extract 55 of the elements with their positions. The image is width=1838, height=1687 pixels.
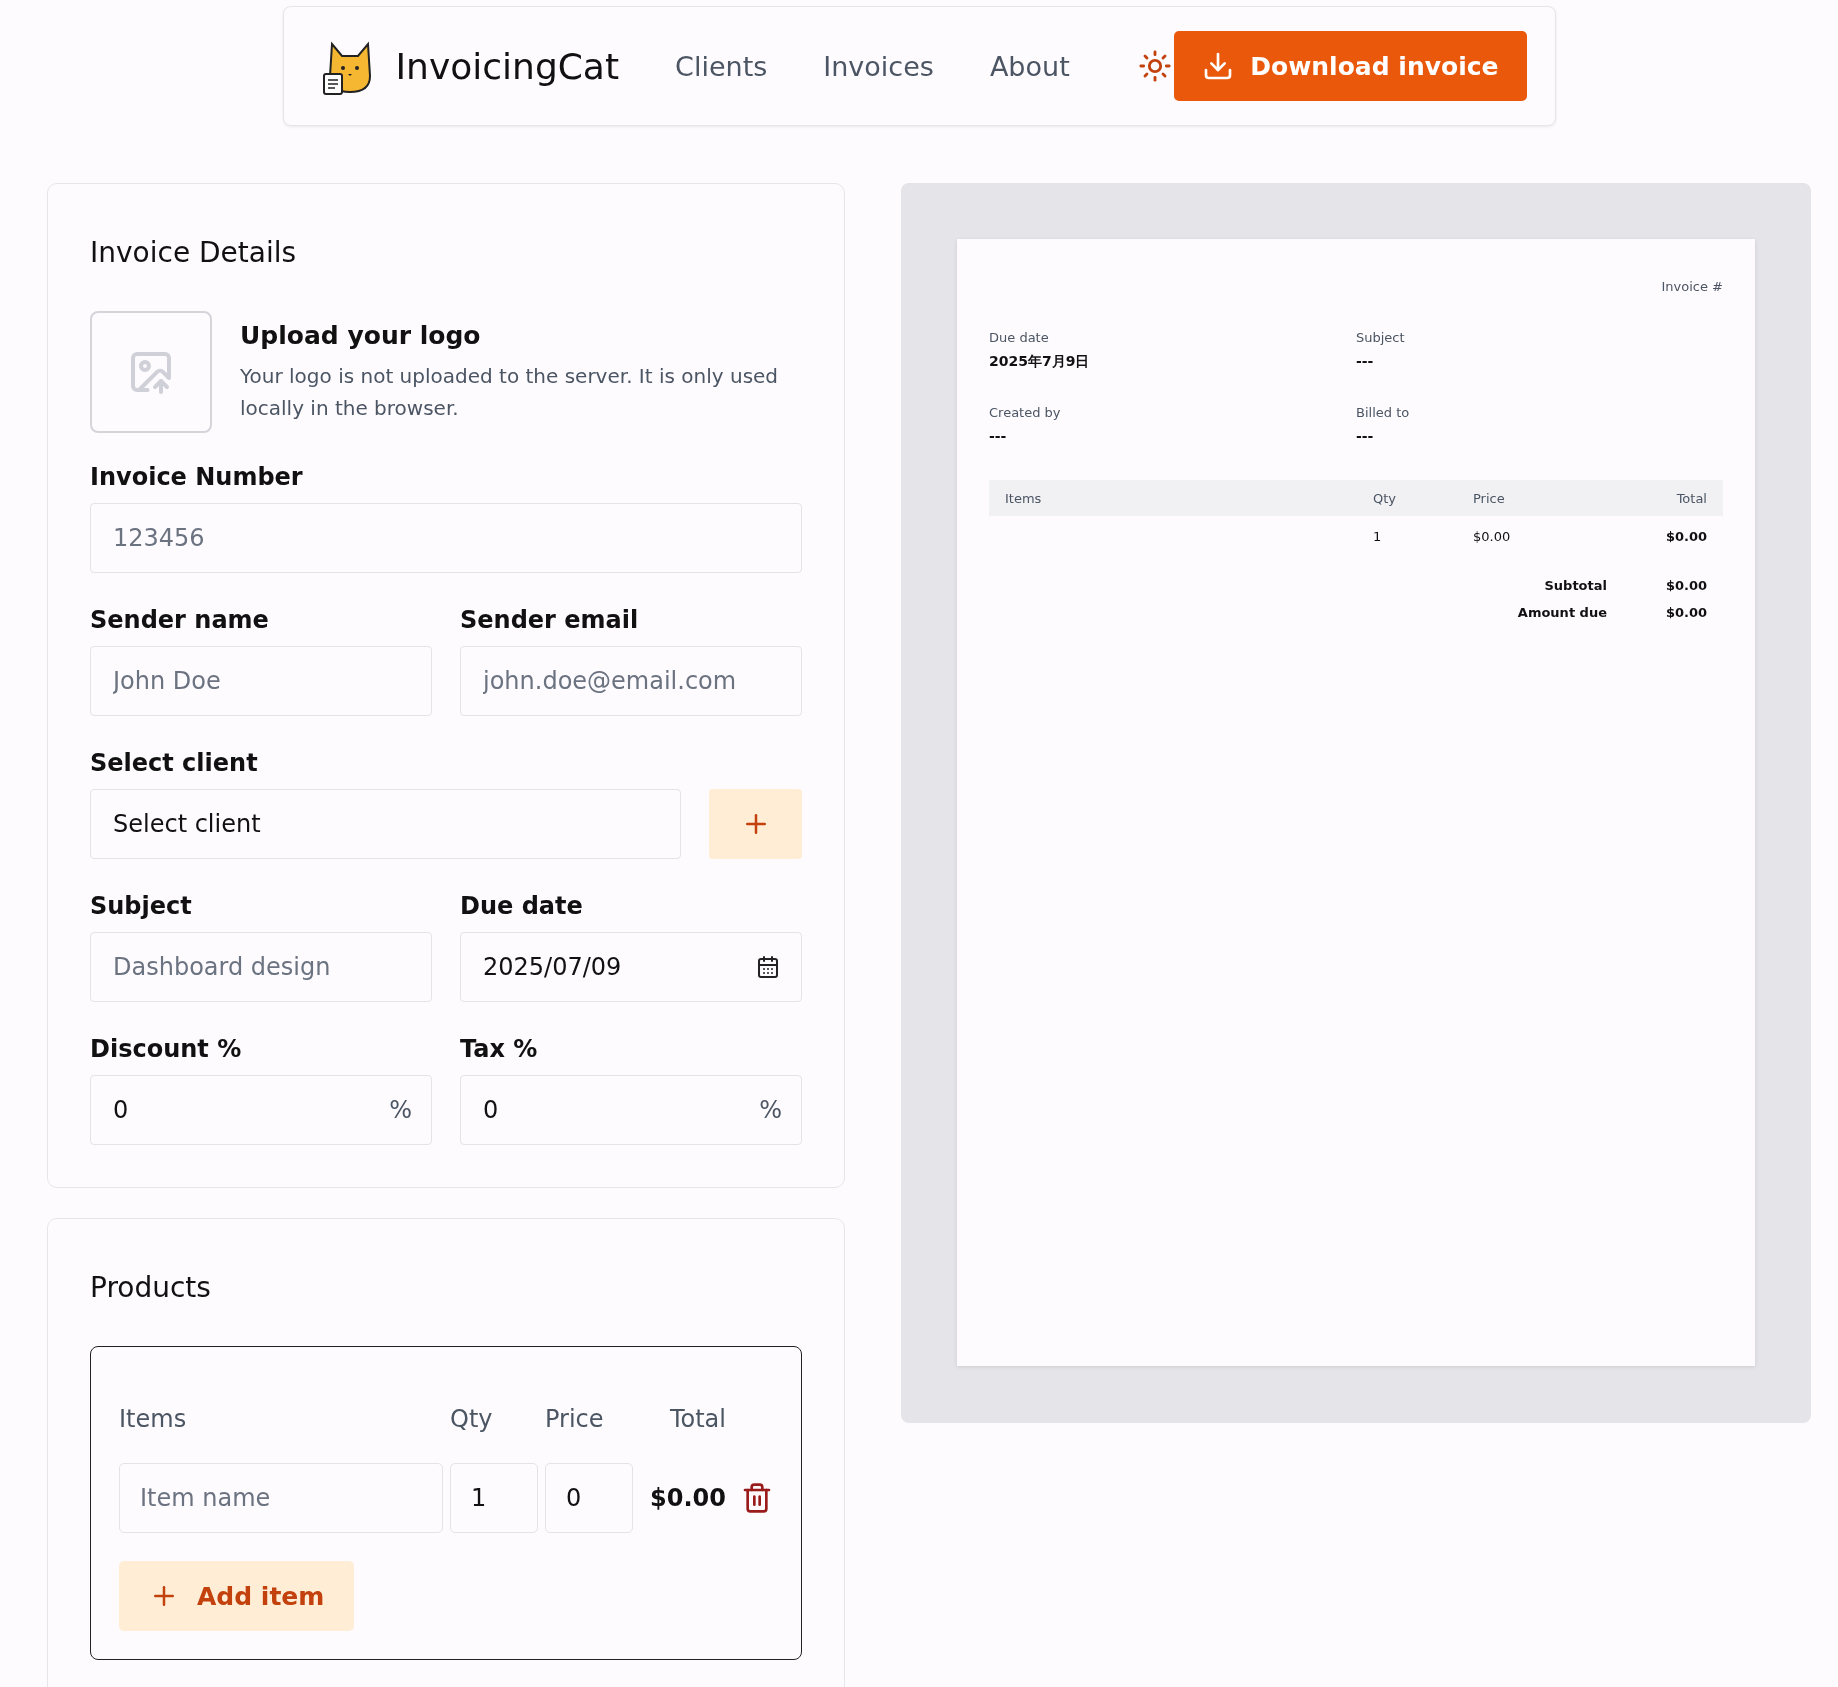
table-cell-text: $0.00: [1664, 527, 1708, 546]
preview-field-value: ---: [1356, 353, 1375, 369]
theme-toggle-button[interactable]: [1137, 49, 1172, 83]
preview-field-value: ---: [989, 428, 1008, 444]
logo-upload-description: Your logo is not uploaded to the server. It is only used locally in the browser.: [240, 363, 780, 422]
text-field[interactable]: john.doe@email.com: [460, 646, 802, 716]
preview-column-header: Price: [1473, 480, 1603, 516]
percent-suffix: %: [759, 1096, 782, 1124]
preview-field-label: Subject: [1356, 330, 1406, 345]
brand-name[interactable]: InvoicingCat: [395, 45, 620, 87]
field-label: Due date: [460, 892, 584, 920]
field-label: Discount %: [90, 1035, 243, 1063]
card-title: Products: [90, 1271, 212, 1304]
table-cell-text: 1: [1373, 527, 1383, 546]
field-label: Invoice Number: [90, 463, 304, 491]
download-invoice-button[interactable]: Download invoice: [1174, 31, 1527, 101]
column-header: Items: [119, 1405, 188, 1433]
total-value: $0.00: [1664, 605, 1707, 620]
column-header: Price: [545, 1405, 605, 1433]
nav-link[interactable]: Clients: [675, 50, 768, 82]
calendar-icon[interactable]: [756, 955, 780, 979]
preview-field-label: Billed to: [1356, 405, 1411, 420]
table-cell-text: $0.00: [1473, 527, 1512, 546]
preview-column-header: Qty: [1373, 480, 1473, 516]
field-label: Sender email: [460, 606, 640, 634]
preview-column-header: Items: [989, 480, 1373, 516]
preview-column-header: Total: [1603, 480, 1723, 516]
date-field[interactable]: 2025/07/09: [460, 932, 802, 1002]
field-label: Sender name: [90, 606, 270, 634]
qty-field[interactable]: 1: [450, 1463, 538, 1533]
field-label: Subject: [90, 892, 193, 920]
preview-field-value: 2025年7月9日: [989, 353, 1091, 371]
logo-upload-title: Upload your logo: [240, 321, 482, 350]
nav-link[interactable]: About: [989, 50, 1070, 82]
total-label: Subtotal: [1543, 578, 1607, 593]
item-name-field[interactable]: Item name: [119, 1463, 443, 1533]
preview-field-value: ---: [1356, 428, 1375, 444]
preview-field-label: Created by: [989, 405, 1062, 420]
row-total: $0.00: [649, 1484, 726, 1512]
add-item-button[interactable]: Add item: [119, 1561, 355, 1631]
invoice-number-label: Invoice #: [1660, 279, 1723, 294]
text-field[interactable]: Dashboard design: [90, 932, 432, 1002]
nav-link[interactable]: Invoices: [823, 50, 934, 82]
client-select[interactable]: Select client: [90, 789, 681, 859]
field-label: Tax %: [460, 1035, 539, 1063]
card-title: Invoice Details: [90, 236, 298, 269]
total-value: $0.00: [1664, 578, 1707, 593]
percent-suffix: %: [389, 1096, 412, 1124]
total-label: Amount due: [1516, 605, 1607, 620]
text-field[interactable]: 123456: [90, 503, 802, 573]
price-field[interactable]: 0: [545, 1463, 633, 1533]
field-label: Select client: [90, 749, 259, 777]
preview-field-label: Due date: [989, 330, 1050, 345]
column-header: Total: [668, 1405, 726, 1433]
column-header: Qty: [450, 1405, 494, 1433]
